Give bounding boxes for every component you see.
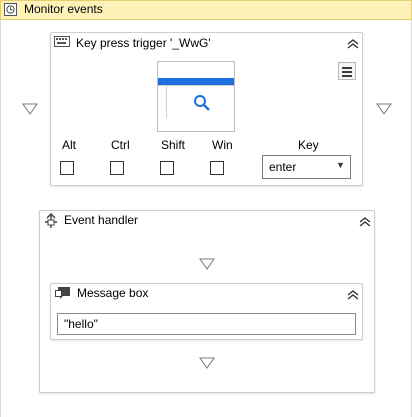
hamburger-menu-icon[interactable] bbox=[338, 62, 356, 80]
collapse-icon[interactable] bbox=[358, 216, 372, 228]
shift-checkbox[interactable] bbox=[160, 161, 174, 175]
ctrl-checkbox[interactable] bbox=[110, 161, 124, 175]
message-box-title: Message box bbox=[77, 286, 149, 300]
collapse-icon[interactable] bbox=[346, 38, 360, 50]
event-handler-title: Event handler bbox=[64, 213, 139, 227]
ctrl-label: Ctrl bbox=[111, 138, 130, 152]
alt-checkbox[interactable] bbox=[60, 161, 74, 175]
drop-target-arrow-icon[interactable] bbox=[199, 357, 215, 369]
preview-highlight-bar bbox=[158, 78, 234, 85]
drop-target-arrow-icon[interactable] bbox=[199, 258, 215, 270]
win-checkbox[interactable] bbox=[210, 161, 224, 175]
key-trigger-title: Key press trigger '_WwG' bbox=[76, 36, 211, 50]
search-icon bbox=[194, 95, 210, 111]
monitor-events-icon bbox=[4, 3, 17, 16]
message-box-icon bbox=[55, 287, 70, 299]
alt-label: Alt bbox=[62, 138, 77, 152]
shift-label: Shift bbox=[161, 138, 186, 152]
win-label: Win bbox=[212, 138, 233, 152]
monitor-events-title: Monitor events bbox=[24, 2, 103, 16]
event-handler-icon bbox=[45, 213, 57, 228]
key-select-value: enter bbox=[269, 160, 297, 174]
keyboard-trigger-icon bbox=[54, 36, 70, 47]
message-text-input[interactable]: "hello" bbox=[57, 313, 356, 335]
preview-vertical-divider bbox=[166, 86, 167, 118]
chevron-down-icon[interactable]: ▼ bbox=[336, 160, 345, 170]
key-label: Key bbox=[298, 138, 319, 152]
preview-divider bbox=[158, 85, 234, 86]
collapse-icon[interactable] bbox=[346, 289, 360, 301]
left-drop-arrow-icon[interactable] bbox=[22, 103, 38, 115]
right-drop-arrow-icon[interactable] bbox=[376, 103, 392, 115]
